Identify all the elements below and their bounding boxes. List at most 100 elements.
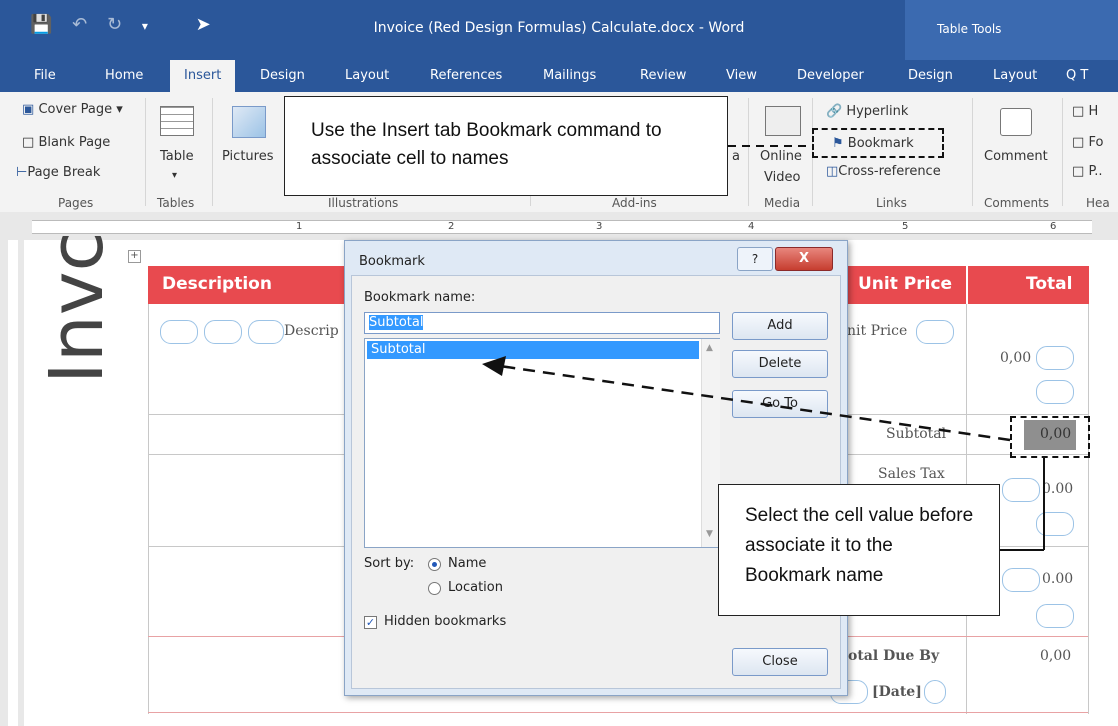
cover-page-button[interactable]: ▣ Cover Page ▾ [22,102,123,117]
total-due-label: otal Due By [848,648,940,664]
group-label-illustrations: Illustrations [328,196,399,210]
hyperlink-button[interactable]: 🔗 Hyperlink [826,104,908,119]
table-tools-context: Table Tools [905,0,1118,60]
form-field-chip[interactable] [248,320,284,344]
callout-insert-tab: Use the Insert tab Bookmark command to a… [284,96,728,196]
form-field-chip[interactable] [1036,346,1074,370]
bookmark-list[interactable]: Subtotal ▲ ▼ [364,338,720,548]
form-field-chip[interactable] [1036,512,1074,536]
sort-by-label: Sort by: [364,556,415,571]
bookmark-name-input[interactable]: Subtotal [364,312,720,334]
footer-icon: □ [1072,135,1085,150]
pictures-icon [232,106,266,138]
table-border [1088,304,1089,714]
description-field[interactable]: Descrip [284,323,339,339]
subtotal-highlight-box [1010,416,1090,458]
table-move-handle-icon[interactable]: + [128,250,141,263]
add-button[interactable]: Add [732,312,828,340]
cover-page-icon: ▣ [22,102,35,117]
cross-reference-label: Cross-reference [838,164,941,179]
tab-mailings[interactable]: Mailings [543,68,596,83]
hidden-bookmarks-checkbox[interactable]: ✓ [364,616,377,629]
row-total-value[interactable]: 0,00 [1000,350,1031,366]
comment-button[interactable]: Comment [984,149,1048,164]
table-border [148,304,149,714]
online-video-label-1[interactable]: Online [760,149,802,164]
sort-location-radio[interactable] [428,582,441,595]
tab-insert[interactable]: Insert [170,60,236,92]
table-dropdown-icon[interactable]: ▾ [172,170,177,181]
group-separator [1062,98,1063,206]
online-video-icon [765,106,801,136]
footer-button[interactable]: □ Fo [1072,135,1103,150]
dialog-title: Bookmark [359,254,425,269]
page-break-label: Page Break [27,165,101,180]
invoice-title: Invc [40,236,114,384]
header-description: Description [162,274,272,294]
pictures-button[interactable]: Pictures [222,149,273,164]
form-field-chip[interactable] [916,320,954,344]
list-item[interactable]: Subtotal [367,341,699,359]
blank-page-button[interactable]: □ Blank Page [22,135,110,150]
group-label-tables: Tables [157,196,195,210]
close-button[interactable]: Close [732,648,828,676]
tab-home[interactable]: Home [105,68,143,83]
online-video-label-2[interactable]: Video [764,170,800,185]
page-break-button[interactable]: ⊢Page Break [16,165,100,180]
header-button[interactable]: □ H [1072,104,1098,119]
ruler-mark: 6 [1050,221,1057,232]
group-label-media: Media [764,196,801,210]
row3-value[interactable]: 0.00 [1042,571,1073,587]
form-field-chip[interactable] [160,320,198,344]
form-field-chip[interactable] [1002,478,1040,502]
new-comment-icon [1000,108,1032,136]
scroll-down-icon[interactable]: ▼ [706,529,713,539]
close-x-button[interactable]: X [775,247,833,271]
tab-file[interactable]: File [34,68,56,83]
unit-price-field[interactable]: nit Price [847,323,907,339]
delete-button[interactable]: Delete [732,350,828,378]
invoice-title-wrap: Invc [40,236,114,386]
tab-table-layout[interactable]: Layout [993,68,1037,83]
ruler-mark: 3 [596,221,603,232]
form-field-chip[interactable] [1036,380,1074,404]
horizontal-ruler[interactable]: 1 2 3 4 5 6 [0,212,1118,241]
tab-design[interactable]: Design [260,68,305,83]
form-field-chip[interactable] [204,320,242,344]
header-divider [966,266,968,304]
tab-references[interactable]: References [430,68,502,83]
total-due-value[interactable]: 0,00 [1040,648,1071,664]
table-button[interactable]: Table [160,149,194,164]
help-button[interactable]: ? [737,247,773,271]
tab-tell-me[interactable]: Q T [1066,68,1088,83]
form-field-chip[interactable] [924,680,946,704]
scroll-up-icon[interactable]: ▲ [706,343,713,353]
title-bar: 💾 ↶ ↻ ▾ ➤ Invoice (Red Design Formulas) … [0,0,1118,60]
sort-name-label[interactable]: Name [448,556,486,571]
cross-reference-button[interactable]: ◫Cross-reference [826,164,941,179]
date-field[interactable]: [Date] [872,684,922,700]
sales-tax-value[interactable]: 0.00 [1042,481,1073,497]
cross-reference-icon: ◫ [826,164,839,179]
group-separator [212,98,213,206]
tab-layout[interactable]: Layout [345,68,389,83]
callout-select-cell: Select the cell value before associate i… [718,484,1000,616]
tab-view[interactable]: View [726,68,757,83]
tab-developer[interactable]: Developer [797,68,864,83]
form-field-chip[interactable] [1036,604,1074,628]
tab-review[interactable]: Review [640,68,686,83]
footer-label: Fo [1088,135,1104,150]
table-icon [160,106,194,136]
sort-location-label[interactable]: Location [448,580,503,595]
sort-name-radio[interactable] [428,558,441,571]
page-number-button[interactable]: □ P.. [1072,164,1103,179]
bookmark-highlight-box [812,128,944,158]
bookmark-name-value: Subtotal [369,315,424,330]
header-unit-price: Unit Price [858,274,953,294]
group-separator [748,98,749,206]
hidden-bookmarks-label[interactable]: Hidden bookmarks [384,614,506,629]
vertical-ruler[interactable] [0,240,24,726]
tab-table-design[interactable]: Design [908,68,953,83]
form-field-chip[interactable] [1002,568,1040,592]
goto-button[interactable]: Go To [732,390,828,418]
